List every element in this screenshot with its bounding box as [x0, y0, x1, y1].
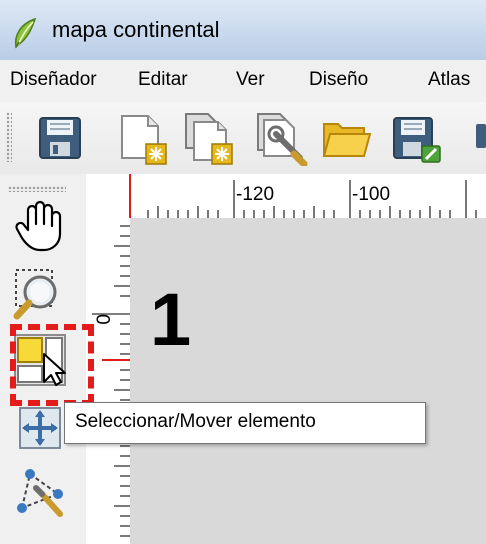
save-as-template-icon[interactable] — [390, 110, 442, 166]
move-content-icon[interactable] — [12, 400, 68, 456]
menu-diseno[interactable]: Diseño — [309, 69, 368, 91]
zoom-icon[interactable] — [12, 266, 68, 322]
duplicate-layout-icon[interactable] — [184, 110, 236, 166]
more-tools-icon[interactable] — [472, 110, 486, 166]
tooltip: Seleccionar/Mover elemento — [64, 402, 426, 444]
tool-highlight — [10, 324, 94, 406]
window-title: mapa continental — [52, 17, 220, 42]
save-icon[interactable] — [34, 110, 86, 166]
pan-hand-icon[interactable] — [12, 198, 68, 254]
layout-manager-icon[interactable] — [256, 110, 308, 166]
toolbar-grip[interactable] — [8, 186, 66, 192]
menu-ver[interactable]: Ver — [236, 69, 265, 91]
ruler-label: 0 — [94, 314, 115, 325]
menu-bar: Diseñador Editar Ver Diseño Atlas — [0, 60, 486, 103]
horizontal-ruler: -120 -100 — [86, 174, 486, 218]
edit-nodes-icon[interactable] — [12, 464, 68, 520]
step-number: 1 — [150, 278, 192, 361]
menu-editar[interactable]: Editar — [138, 69, 188, 91]
menu-atlas[interactable]: Atlas — [428, 69, 470, 91]
open-folder-icon[interactable] — [320, 110, 372, 166]
main-toolbar — [0, 102, 486, 175]
new-layout-icon[interactable] — [118, 110, 170, 166]
ruler-label: -100 — [352, 184, 390, 205]
ruler-label: -120 — [236, 184, 274, 205]
layout-canvas[interactable] — [130, 218, 486, 544]
toolbar-grip[interactable] — [6, 112, 12, 162]
qgis-leaf-icon — [10, 16, 38, 50]
title-bar: mapa continental — [0, 0, 486, 60]
menu-disenador[interactable]: Diseñador — [10, 69, 97, 91]
